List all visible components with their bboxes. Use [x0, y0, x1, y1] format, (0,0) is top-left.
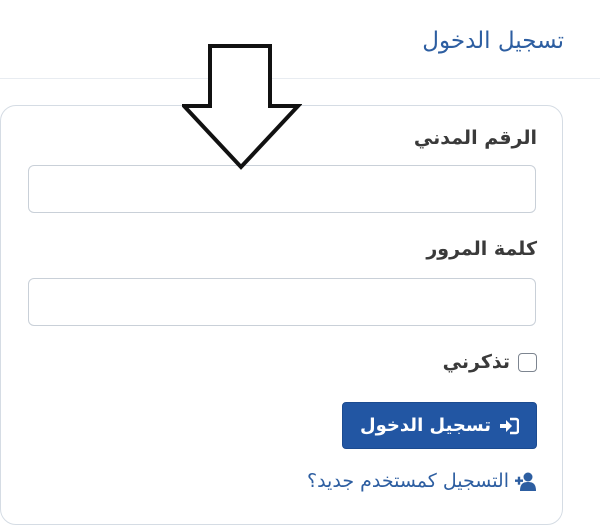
down-arrow-icon	[182, 44, 302, 170]
remember-me-row: تذكرني	[443, 351, 537, 373]
page-title: تسجيل الدخول	[422, 28, 564, 54]
sign-in-icon	[499, 417, 519, 435]
remember-me-checkbox[interactable]	[518, 352, 537, 372]
civil-id-input[interactable]	[28, 165, 536, 213]
login-button[interactable]: تسجيل الدخول	[342, 402, 537, 449]
password-label: كلمة المرور	[426, 238, 537, 260]
login-button-label: تسجيل الدخول	[360, 415, 491, 436]
password-input[interactable]	[28, 278, 536, 326]
civil-id-label: الرقم المدني	[413, 127, 537, 149]
user-plus-icon	[515, 471, 537, 491]
remember-me-label[interactable]: تذكرني	[443, 351, 510, 373]
